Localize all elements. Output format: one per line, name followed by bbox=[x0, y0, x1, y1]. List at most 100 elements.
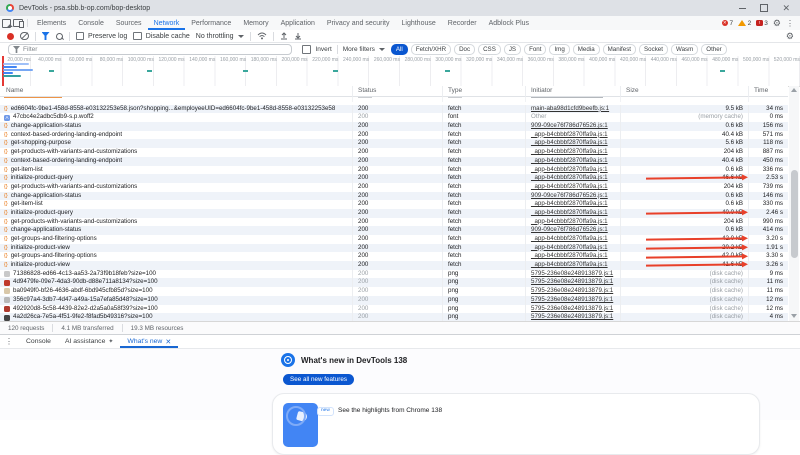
table-row[interactable]: {}get-groups-and-filtering-options200fet… bbox=[0, 252, 788, 261]
table-row[interactable]: A47cbc4e2adbc5db9-s.p.woff2200fontOther(… bbox=[0, 113, 788, 122]
drawer-tab-console[interactable]: Console bbox=[19, 335, 58, 348]
request-initiator[interactable]: 5795-236e08e248913879.js:1 bbox=[531, 278, 613, 285]
column-header-size[interactable]: Size bbox=[620, 86, 748, 96]
throttling-select[interactable]: No throttling bbox=[196, 33, 244, 40]
drawer-menu-icon[interactable]: ⋮ bbox=[5, 337, 13, 346]
import-har-icon[interactable] bbox=[280, 32, 288, 40]
tab-lighthouse[interactable]: Lighthouse bbox=[396, 16, 442, 30]
drawer-tab-what-s-new[interactable]: What's new✕ bbox=[120, 335, 178, 348]
table-row[interactable]: {}initialize-product-view200fetch_app-b4… bbox=[0, 261, 788, 270]
error-badge[interactable]: ✕7 bbox=[722, 20, 734, 27]
request-initiator[interactable]: 5795-236e08e248913879.js:1 bbox=[531, 287, 613, 294]
request-initiator[interactable]: 5795-236e08e248913879.js:1 bbox=[531, 313, 613, 320]
request-initiator[interactable]: _app-b4cbbbf2870ffa9a.js:1 bbox=[531, 148, 608, 155]
request-initiator[interactable]: _app-b4cbbbf2870ffa9a.js:1 bbox=[531, 174, 608, 181]
request-initiator[interactable]: _app-b4cbbbf2870ffa9a.js:1 bbox=[531, 218, 608, 225]
filter-chip-manifest[interactable]: Manifest bbox=[603, 44, 636, 55]
filter-chip-wasm[interactable]: Wasm bbox=[671, 44, 698, 55]
request-initiator[interactable]: _app-b4cbbbf2870ffa9a.js:1 bbox=[531, 200, 608, 207]
network-settings-gear-icon[interactable]: ⚙ bbox=[786, 32, 794, 41]
request-initiator[interactable]: _app-b4cbbbf2870ffa9a.js:1 bbox=[531, 166, 608, 173]
request-initiator[interactable]: 909-09ce76f786d76526.js:1 bbox=[531, 226, 608, 233]
table-row[interactable]: 4a2d26ca-7e5a-4f51-9fe2-f8fad5b49316?siz… bbox=[0, 313, 788, 321]
search-icon[interactable] bbox=[56, 33, 63, 40]
network-overview[interactable]: 20,000 ms40,000 ms60,000 ms80,000 ms100,… bbox=[0, 56, 800, 87]
filter-chip-js[interactable]: JS bbox=[504, 44, 521, 55]
preserve-log-checkbox[interactable] bbox=[76, 32, 85, 41]
column-header-initiator[interactable]: Initiator bbox=[525, 86, 620, 96]
table-row[interactable]: {}change-application-status200fetch909-0… bbox=[0, 122, 788, 131]
request-initiator[interactable]: _app-b4cbbbf2870ffa9a.js:1 bbox=[531, 183, 608, 190]
minimize-button[interactable] bbox=[739, 8, 746, 9]
drawer-tab-ai-assistance[interactable]: AI assistance✦ bbox=[58, 335, 120, 348]
table-row[interactable]: {}get-shopping-purpose200fetch_app-b4cbb… bbox=[0, 139, 788, 148]
table-row[interactable]: {}initialize-product-query200fetch_app-b… bbox=[0, 209, 788, 218]
filter-input[interactable]: Filter bbox=[8, 44, 292, 55]
request-initiator[interactable]: _app-b4cbbbf2870ffa9a.js:1 bbox=[531, 139, 608, 146]
table-row[interactable]: {}get-item-list200fetch_app-b4cbbbf2870f… bbox=[0, 166, 788, 175]
request-initiator[interactable]: 5795-236e08e248913879.js:1 bbox=[531, 305, 613, 312]
filter-chip-all[interactable]: All bbox=[391, 44, 408, 55]
filter-chip-css[interactable]: CSS bbox=[478, 44, 501, 55]
column-header-name[interactable]: Name bbox=[0, 86, 352, 96]
column-header-status[interactable]: Status bbox=[352, 86, 442, 96]
request-initiator[interactable]: _app-b4cbbbf2870ffa9a.js:1 bbox=[531, 261, 608, 268]
close-button[interactable]: ✕ bbox=[782, 4, 790, 13]
filter-chip-other[interactable]: Other bbox=[701, 44, 726, 55]
scrollbar-thumb[interactable] bbox=[791, 170, 798, 258]
table-row[interactable]: {}get-products-with-variants-and-customi… bbox=[0, 148, 788, 157]
table-row[interactable]: 492920d8-5c58-4439-82e2-d2a5a0a58f39?siz… bbox=[0, 305, 788, 314]
settings-gear-icon[interactable]: ⚙ bbox=[773, 19, 781, 28]
table-row[interactable]: {}get-products-with-variants-and-customi… bbox=[0, 183, 788, 192]
inspect-element-icon[interactable] bbox=[0, 16, 12, 30]
request-initiator[interactable]: _app-b4cbbbf2870ffa9a.js:1 bbox=[531, 131, 608, 138]
export-har-icon[interactable] bbox=[294, 32, 302, 40]
filter-chip-socket[interactable]: Socket bbox=[639, 44, 668, 55]
tab-application[interactable]: Application bbox=[275, 16, 321, 30]
request-initiator[interactable]: _app-b4cbbbf2870ffa9a.js:1 bbox=[531, 235, 608, 242]
table-row[interactable]: {}change-application-status200fetch909-0… bbox=[0, 192, 788, 201]
tab-console[interactable]: Console bbox=[72, 16, 110, 30]
device-toolbar-icon[interactable] bbox=[12, 16, 24, 30]
filter-chip-img[interactable]: Img bbox=[549, 44, 569, 55]
request-initiator[interactable]: 5795-236e08e248913879.js:1 bbox=[531, 296, 613, 303]
filter-chip-doc[interactable]: Doc bbox=[454, 44, 475, 55]
record-button[interactable] bbox=[7, 33, 14, 40]
request-initiator[interactable]: _app-b4cbbbf2870ffa9a.js:1 bbox=[531, 157, 608, 164]
request-initiator[interactable]: 909-09ce76f786d76526.js:1 bbox=[531, 192, 608, 199]
table-row[interactable]: {}get-item-list200fetch_app-b4cbbbf2870f… bbox=[0, 200, 788, 209]
tab-performance[interactable]: Performance bbox=[185, 16, 237, 30]
filter-chip-fetch-xhr[interactable]: Fetch/XHR bbox=[411, 44, 451, 55]
filter-toggle-icon[interactable] bbox=[42, 32, 50, 40]
table-row[interactable]: {}change-application-status200fetch909-0… bbox=[0, 226, 788, 235]
table-row[interactable]: {}initialize-product-query200fetch_app-b… bbox=[0, 174, 788, 183]
request-initiator[interactable]: _app-b4cbbbf2870ffa9a.js:1 bbox=[531, 252, 608, 259]
see-all-new-features-button[interactable]: See all new features bbox=[283, 374, 354, 385]
network-conditions-icon[interactable] bbox=[257, 32, 267, 40]
request-initiator[interactable]: _app-b4cbbbf2870ffa9a.js:1 bbox=[531, 209, 608, 216]
scrollbar-down-icon[interactable] bbox=[791, 314, 797, 318]
clear-button[interactable] bbox=[20, 32, 29, 41]
invert-checkbox[interactable] bbox=[302, 45, 311, 54]
column-header-time[interactable]: Time bbox=[748, 86, 788, 96]
table-row[interactable]: ba0949f0-bf26-4636-abdf-6bd945cfb85d?siz… bbox=[0, 287, 788, 296]
more-options-icon[interactable]: ⋮ bbox=[786, 19, 794, 28]
close-tab-icon[interactable]: ✕ bbox=[165, 338, 171, 346]
maximize-button[interactable] bbox=[760, 4, 768, 12]
filter-chip-font[interactable]: Font bbox=[524, 44, 546, 55]
table-row[interactable]: {}context-based-ordering-landing-endpoin… bbox=[0, 131, 788, 140]
request-initiator[interactable]: 909-09ce76f786d76526.js:1 bbox=[531, 122, 608, 129]
table-row[interactable]: {}initialize-product-view200fetch_app-b4… bbox=[0, 244, 788, 253]
table-row[interactable]: {}get-groups-and-filtering-options200fet… bbox=[0, 235, 788, 244]
table-row[interactable]: {}ed6604fc-9be1-458d-8558-e03132253e58.j… bbox=[0, 105, 788, 114]
tab-elements[interactable]: Elements bbox=[31, 16, 72, 30]
highlights-card[interactable]: new See the highlights from Chrome 138 bbox=[272, 393, 760, 455]
table-row[interactable]: 4d9479fe-09e7-4da3-90db-d88e711a8134?siz… bbox=[0, 278, 788, 287]
tab-adblock-plus[interactable]: Adblock Plus bbox=[483, 16, 535, 30]
table-row[interactable] bbox=[0, 96, 788, 105]
request-initiator[interactable]: main-aba98d1cfd9beefb.js:1 bbox=[531, 105, 609, 112]
table-row[interactable]: 71386828-ed66-4c13-aa53-2a73f9b18feb?siz… bbox=[0, 270, 788, 279]
tab-sources[interactable]: Sources bbox=[110, 16, 148, 30]
disable-cache-checkbox[interactable] bbox=[133, 32, 142, 41]
scrollbar-up-icon[interactable] bbox=[791, 88, 797, 92]
